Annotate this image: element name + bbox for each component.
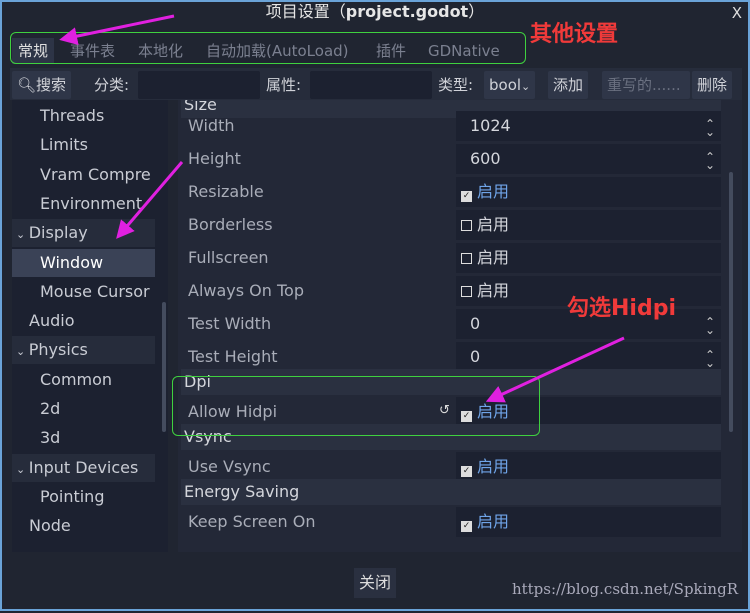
close-button[interactable]: 关闭 xyxy=(354,568,397,598)
watermark: https://blog.csdn.net/SpkingR xyxy=(511,580,738,598)
annotation-arrows xyxy=(59,14,625,403)
arrow-to-display xyxy=(116,161,184,239)
arrow-to-hidpi xyxy=(485,336,625,403)
arrow-to-general-tab xyxy=(59,14,175,45)
